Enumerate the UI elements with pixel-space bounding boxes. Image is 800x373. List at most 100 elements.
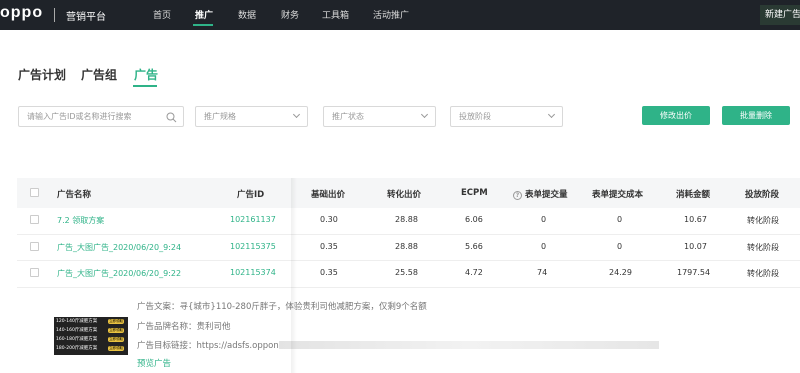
tab-active-indicator [133,85,157,87]
oppo-logo[interactable]: oppo [0,4,43,22]
row-checkbox[interactable] [30,215,39,224]
form-count-cell: 0 [541,242,547,251]
phase-cell: 转化阶段 [747,243,779,252]
select-all-checkbox[interactable] [30,188,39,197]
thumbnail-option: 180-200斤减肥方案 立即领取 [56,345,126,352]
ad-id-link[interactable]: 102115375 [230,242,276,251]
base-bid-cell: 0.35 [320,268,338,277]
form-count-cell: 0 [541,215,547,224]
form-count-cell: 74 [537,268,548,277]
conversion-bid-cell: 25.58 [395,268,418,277]
ad-brand-label: 广告品牌名称： [137,322,197,332]
top-nav-bar: oppo 营销平台 首页 推广 数据 财务 工具箱 活动推广 新建广告 [0,0,800,30]
chevron-down-icon [292,110,301,119]
form-cost-cell: 0 [617,215,623,224]
nav-active-indicator [193,24,213,26]
thumbnail-option-tag: 立即领取 [108,346,124,351]
ecpm-cell: 6.06 [465,215,483,224]
column-header-base-bid: 基础出价 [311,190,346,200]
row-checkbox[interactable] [30,242,39,251]
base-bid-cell: 0.30 [320,215,338,224]
ad-url-label: 广告目标链接： [137,341,197,351]
thumbnail-option-tag: 立即领取 [108,319,124,324]
nav-item-activity-promotion[interactable]: 活动推广 [373,8,409,21]
ad-copy-text: 寻{城市}110-280斤胖子，体验贵利司他减肥方案，仅剩9个名额 [179,302,427,312]
column-header-ecpm: ECPM [461,188,488,198]
spend-cell: 10.67 [684,215,707,224]
search-placeholder: 请输入广告ID或名称进行搜索 [27,112,132,121]
row-divider [17,287,800,288]
thumbnail-option-text: 180-200斤减肥方案 [56,346,98,351]
ad-url-text: https://adsfs.oppon [196,341,279,351]
spec-select-placeholder: 推广规格 [204,112,236,121]
batch-delete-button[interactable]: 批量删除 [722,106,790,125]
row-divider [17,260,800,261]
thumbnail-option: 120-140斤减肥方案 立即领取 [56,318,126,325]
tab-ad-plan[interactable]: 广告计划 [18,66,66,83]
column-header-phase: 投放阶段 [745,190,780,200]
spend-cell: 1797.54 [677,268,711,277]
ecpm-cell: 5.66 [465,242,483,251]
spend-cell: 10.07 [684,242,707,251]
thumbnail-option-tag: 立即领取 [108,328,124,333]
form-cost-cell: 24.29 [609,268,632,277]
column-header-ad-name: 广告名称 [57,190,92,200]
ad-url-line: 广告目标链接：https://adsfs.oppon [137,339,659,351]
ecpm-cell: 4.72 [465,268,483,277]
new-ad-button[interactable]: 新建广告 [760,5,800,25]
tab-ad[interactable]: 广告 [134,66,158,83]
ad-copy-label: 广告文案： [137,302,180,312]
ad-brand-text: 贵利司他 [196,322,231,332]
nav-item-toolbox[interactable]: 工具箱 [322,8,349,21]
base-bid-cell: 0.35 [320,242,338,251]
phase-select[interactable]: 投放阶段 [450,106,563,127]
chevron-down-icon [420,110,429,119]
help-icon[interactable]: ? [513,191,522,200]
spec-select[interactable]: 推广规格 [195,106,308,127]
thumbnail-option-text: 160-180斤减肥方案 [56,337,98,342]
fixed-column-shadow [291,178,297,373]
form-cost-cell: 0 [617,242,623,251]
row-divider [17,234,800,235]
phase-cell: 转化阶段 [747,216,779,225]
nav-item-home[interactable]: 首页 [153,8,171,21]
logo-divider [54,8,55,22]
ad-id-link[interactable]: 102115374 [230,268,276,277]
status-select[interactable]: 推广状态 [323,106,436,127]
thumbnail-option: 160-180斤减肥方案 立即领取 [56,336,126,343]
column-header-conversion-bid: 转化出价 [387,190,422,200]
column-header-ad-id: 广告ID [237,190,265,200]
nav-item-data[interactable]: 数据 [238,8,256,21]
ad-name-link[interactable]: 广告_大图广告_2020/06/20_9:24 [57,242,181,253]
conversion-bid-cell: 28.88 [395,242,418,251]
ad-name-link[interactable]: 7.2 领取方案 [57,215,104,226]
row-checkbox[interactable] [30,268,39,277]
column-header-form-cost: 表单提交成本 [592,190,644,200]
search-icon[interactable] [166,111,177,130]
ad-copy-line: 广告文案：寻{城市}110-280斤胖子，体验贵利司他减肥方案，仅剩9个名额 [137,300,427,312]
tab-ad-group[interactable]: 广告组 [81,66,117,83]
ad-thumbnail[interactable]: 120-140斤减肥方案 立即领取 140-160斤减肥方案 立即领取 160-18… [54,317,128,355]
column-header-form-count: ? 表单提交量 [513,188,568,200]
ad-name-link[interactable]: 广告_大图广告_2020/06/20_9:22 [57,268,181,279]
conversion-bid-cell: 28.88 [395,215,418,224]
preview-ad-link[interactable]: 预览广告 [137,357,171,369]
column-header-spend: 消耗金额 [676,190,711,200]
modify-bid-button[interactable]: 修改出价 [642,106,710,125]
phase-cell: 转化阶段 [747,269,779,278]
ad-brand-line: 广告品牌名称：贵利司他 [137,320,231,332]
phase-select-placeholder: 投放阶段 [459,112,491,121]
nav-item-promotion[interactable]: 推广 [195,8,213,21]
status-select-placeholder: 推广状态 [332,112,364,121]
thumbnail-option-text: 140-160斤减肥方案 [56,328,98,333]
chevron-down-icon [547,110,556,119]
thumbnail-option-text: 120-140斤减肥方案 [56,319,98,324]
search-input[interactable]: 请输入广告ID或名称进行搜索 [18,106,184,127]
redacted-url [278,341,659,349]
ad-id-link[interactable]: 102161137 [230,215,276,224]
column-header-form-count-label: 表单提交量 [525,190,568,200]
thumbnail-option-tag: 立即领取 [108,337,124,342]
platform-title: 营销平台 [66,12,106,23]
nav-item-finance[interactable]: 财务 [281,8,299,21]
thumbnail-option: 140-160斤减肥方案 立即领取 [56,327,126,334]
